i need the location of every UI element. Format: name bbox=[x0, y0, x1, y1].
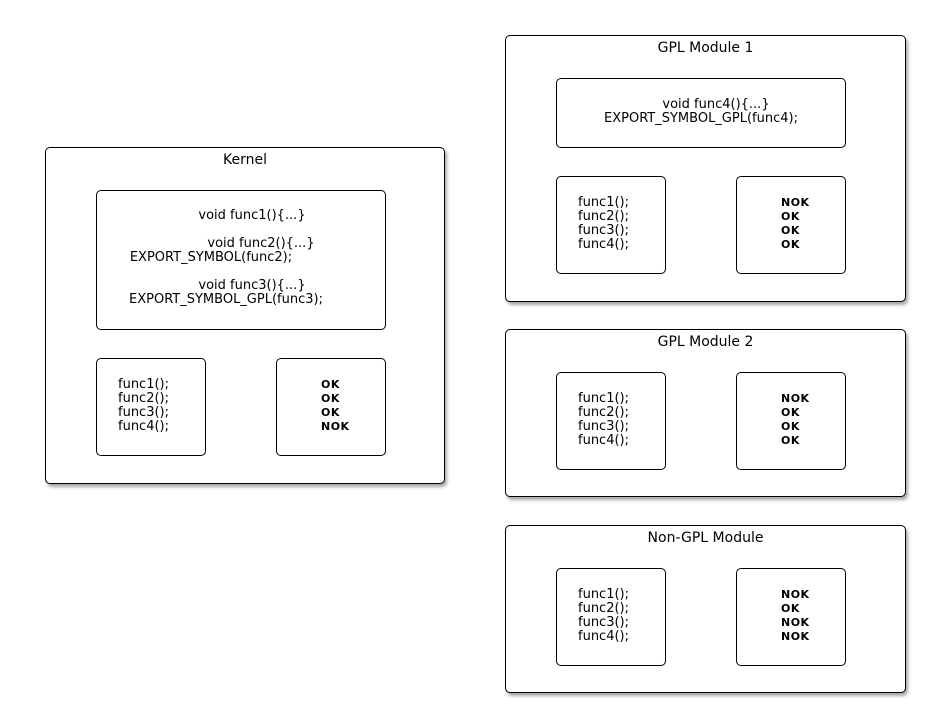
func2-definition: void func2(){...} bbox=[207, 236, 315, 251]
kernel-calls-box: func1(); func2(); func3(); func4(); bbox=[96, 358, 206, 456]
result-line: OK bbox=[781, 434, 800, 447]
gpl-module-2-results-box: NOK OK OK OK bbox=[736, 372, 846, 470]
result-line: NOK bbox=[321, 420, 350, 433]
result-line: OK bbox=[781, 210, 800, 223]
gpl-module-1-calls: func1(); func2(); func3(); func4(); bbox=[578, 196, 629, 252]
call-line: func1(); bbox=[578, 391, 629, 406]
func2-export: EXPORT_SYMBOL(func2); bbox=[129, 250, 293, 265]
gpl-module-2-calls-box: func1(); func2(); func3(); func4(); bbox=[556, 372, 666, 470]
result-line: OK bbox=[321, 378, 340, 391]
gpl-module-1-code: void func4(){...} EXPORT_SYMBOL_GPL(func… bbox=[557, 98, 845, 126]
func1-definition: void func1(){...} bbox=[198, 208, 306, 223]
call-line: func3(); bbox=[118, 405, 169, 420]
gpl-module-1-box: GPL Module 1 void func4(){...} EXPORT_SY… bbox=[505, 35, 906, 302]
kernel-title: Kernel bbox=[223, 152, 267, 168]
call-line: func2(); bbox=[118, 391, 169, 406]
call-line: func1(); bbox=[578, 587, 629, 602]
call-line: func4(); bbox=[578, 237, 629, 252]
kernel-calls: func1(); func2(); func3(); func4(); bbox=[118, 378, 169, 434]
gpl-module-1-code-box: void func4(){...} EXPORT_SYMBOL_GPL(func… bbox=[556, 78, 846, 148]
result-line: OK bbox=[781, 406, 800, 419]
func4-definition: void func4(){...} bbox=[662, 97, 770, 112]
call-line: func4(); bbox=[578, 629, 629, 644]
call-line: func3(); bbox=[578, 223, 629, 238]
call-line: func4(); bbox=[578, 433, 629, 448]
gpl-module-2-results: NOK OK OK OK bbox=[781, 392, 810, 448]
non-gpl-module-results: NOK OK NOK NOK bbox=[781, 588, 810, 644]
call-line: func1(); bbox=[118, 377, 169, 392]
gpl-module-1-results: NOK OK OK OK bbox=[781, 196, 810, 252]
func3-definition: void func3(){...} bbox=[198, 278, 306, 293]
gpl-module-2-box: GPL Module 2 func1(); func2(); func3(); … bbox=[505, 329, 906, 497]
result-line: OK bbox=[321, 392, 340, 405]
kernel-results-box: OK OK OK NOK bbox=[276, 358, 386, 456]
call-line: func2(); bbox=[578, 405, 629, 420]
kernel-results: OK OK OK NOK bbox=[321, 378, 350, 434]
result-line: NOK bbox=[781, 392, 810, 405]
func4-export: EXPORT_SYMBOL_GPL(func4); bbox=[604, 111, 798, 126]
call-line: func2(); bbox=[578, 601, 629, 616]
result-line: OK bbox=[321, 406, 340, 419]
gpl-module-2-title: GPL Module 2 bbox=[657, 334, 754, 350]
call-line: func3(); bbox=[578, 615, 629, 630]
result-line: NOK bbox=[781, 630, 810, 643]
gpl-module-2-calls: func1(); func2(); func3(); func4(); bbox=[578, 392, 629, 448]
result-line: OK bbox=[781, 224, 800, 237]
call-line: func3(); bbox=[578, 419, 629, 434]
gpl-module-1-title: GPL Module 1 bbox=[657, 40, 754, 56]
gpl-module-1-calls-box: func1(); func2(); func3(); func4(); bbox=[556, 176, 666, 274]
call-line: func1(); bbox=[578, 195, 629, 210]
call-line: func4(); bbox=[118, 419, 169, 434]
result-line: OK bbox=[781, 602, 800, 615]
call-line: func2(); bbox=[578, 209, 629, 224]
non-gpl-module-box: Non-GPL Module func1(); func2(); func3()… bbox=[505, 525, 906, 693]
result-line: NOK bbox=[781, 588, 810, 601]
non-gpl-module-title: Non-GPL Module bbox=[647, 530, 764, 546]
kernel-code-box: void func1(){...} void func2(){...} EXPO… bbox=[96, 190, 386, 330]
non-gpl-module-calls-box: func1(); func2(); func3(); func4(); bbox=[556, 568, 666, 666]
non-gpl-module-calls: func1(); func2(); func3(); func4(); bbox=[578, 588, 629, 644]
kernel-code: void func1(){...} void func2(){...} EXPO… bbox=[97, 209, 385, 307]
gpl-module-1-results-box: NOK OK OK OK bbox=[736, 176, 846, 274]
func3-export: EXPORT_SYMBOL_GPL(func3); bbox=[129, 292, 323, 307]
result-line: OK bbox=[781, 238, 800, 251]
result-line: OK bbox=[781, 420, 800, 433]
result-line: NOK bbox=[781, 616, 810, 629]
result-line: NOK bbox=[781, 196, 810, 209]
kernel-box: Kernel void func1(){...} void func2(){..… bbox=[45, 147, 445, 484]
non-gpl-module-results-box: NOK OK NOK NOK bbox=[736, 568, 846, 666]
